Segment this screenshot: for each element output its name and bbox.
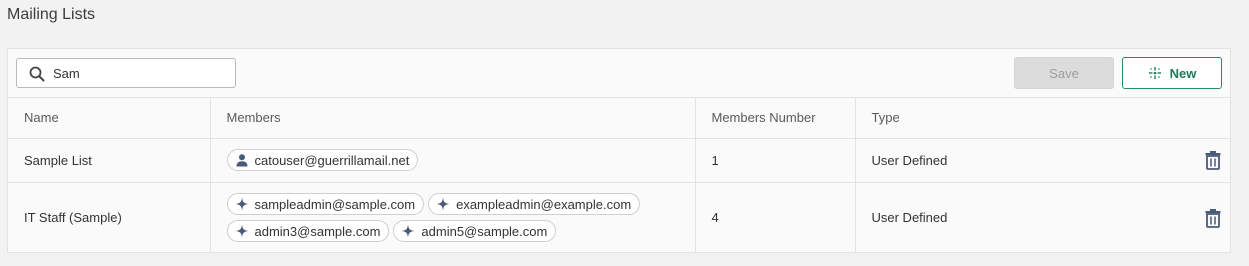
member-chip[interactable]: catouser@guerrillamail.net — [226, 149, 419, 171]
sparkle-icon — [401, 224, 415, 238]
trash-icon[interactable] — [1204, 150, 1222, 170]
cell-members-number: 4 — [695, 182, 856, 253]
table-row[interactable]: Sample List catouser@guerrillamail.net 1 — [8, 138, 1230, 183]
page-title: Mailing Lists — [7, 6, 96, 23]
cell-members-number: 1 — [695, 138, 856, 183]
member-chip-label: catouser@guerrillamail.net — [254, 152, 410, 168]
new-button-label: New — [1169, 65, 1197, 81]
sparkle-icon — [436, 197, 450, 211]
table-header-row: Name Members Members Number Type — [8, 98, 1230, 139]
trash-icon[interactable] — [1204, 208, 1222, 228]
cell-members: catouser@guerrillamail.net — [210, 138, 696, 183]
cell-name: IT Staff (Sample) — [8, 182, 211, 253]
member-chip-label: exampleadmin@example.com — [456, 196, 632, 212]
save-button-label: Save — [1049, 65, 1079, 81]
toolbar: Save New — [8, 49, 1230, 98]
member-chip-label: admin3@sample.com — [254, 223, 381, 239]
sparkle-icon — [235, 224, 248, 238]
member-chip-label: sampleadmin@sample.com — [254, 196, 416, 212]
column-header-members[interactable]: Members — [210, 98, 696, 139]
type-label: User Defined — [871, 152, 948, 168]
column-header-members-number[interactable]: Members Number — [695, 98, 856, 139]
search-input[interactable] — [53, 63, 223, 83]
search-box[interactable] — [16, 58, 236, 88]
cell-members: sampleadmin@sample.com exampleadmin@exam… — [210, 182, 696, 253]
column-header-type[interactable]: Type — [855, 98, 1230, 139]
cell-type: User Defined — [855, 182, 1230, 253]
person-icon — [236, 154, 247, 167]
mailing-lists-panel: Save New Name Members Members Number — [7, 48, 1231, 253]
sparkle-plus-icon — [1148, 67, 1161, 79]
member-chip[interactable]: sampleadmin@sample.com — [226, 193, 425, 216]
member-chip-label: admin5@sample.com — [421, 223, 548, 239]
column-header-name[interactable]: Name — [8, 98, 211, 139]
table-row[interactable]: IT Staff (Sample) sampleadmin@sample.com — [8, 182, 1230, 253]
search-icon — [29, 66, 45, 82]
cell-name: Sample List — [8, 138, 211, 183]
save-button[interactable]: Save — [1014, 57, 1114, 89]
member-chip[interactable]: exampleadmin@example.com — [428, 193, 641, 216]
member-chip[interactable]: admin5@sample.com — [393, 220, 557, 243]
mailing-lists-table: Name Members Members Number Type Sample … — [8, 98, 1230, 253]
cell-type: User Defined — [855, 138, 1230, 183]
type-label: User Defined — [871, 210, 948, 226]
new-button[interactable]: New — [1122, 57, 1222, 89]
sparkle-icon — [235, 197, 248, 211]
member-chip[interactable]: admin3@sample.com — [226, 220, 390, 243]
